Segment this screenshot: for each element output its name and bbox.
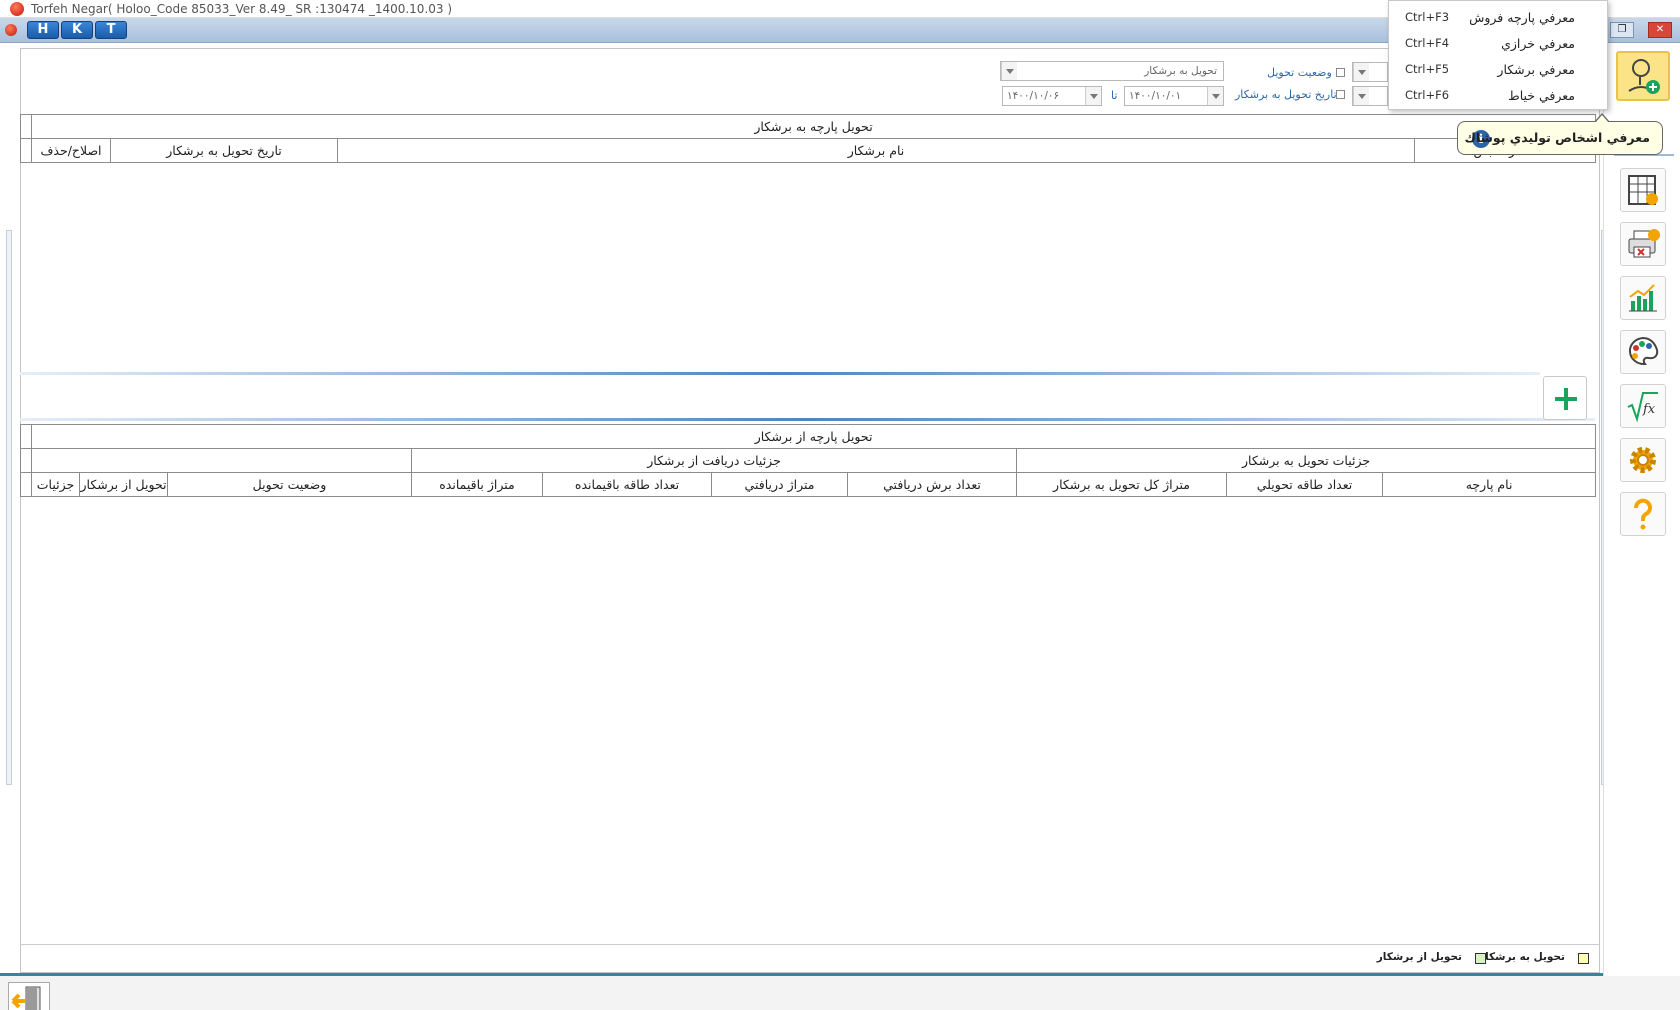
legend-to-cutter: تحويل به برشكار — [1479, 951, 1565, 963]
k-button[interactable]: K — [61, 21, 93, 39]
main-panel — [20, 48, 1600, 973]
production-persons-button[interactable] — [1616, 51, 1670, 101]
app-logo-icon — [10, 2, 24, 16]
help-icon — [1634, 498, 1652, 530]
date-to-picker[interactable]: ۱۴۰۰/۱۰/۰۶ — [1002, 86, 1102, 106]
col-edit-delete[interactable]: اصلاح/حذف — [31, 138, 111, 163]
col-received-cuts[interactable]: تعداد برش دريافتي — [847, 472, 1017, 497]
restore-button[interactable]: ❐ — [1610, 22, 1634, 38]
group-receive-details: جزئيات دريافت از برشكار — [411, 448, 1017, 473]
delivery-status-label: وضعيت تحويل — [1267, 66, 1332, 79]
legend-bar: تحويل به برشكار تحويل از برشكار — [20, 944, 1600, 972]
grid-caption: تحويل پارچه به برشكار — [30, 114, 1597, 139]
theme-button[interactable] — [1620, 330, 1666, 374]
delivery-date-combo[interactable] — [1352, 86, 1388, 106]
col-received-meterage[interactable]: متراژ دريافتي — [711, 472, 848, 497]
col-cutter-name[interactable]: نام برشكار — [337, 138, 1415, 163]
palette-icon — [1628, 336, 1659, 366]
divider — [20, 372, 1540, 375]
right-toolbar: fx — [1603, 44, 1680, 976]
col-delivered-rolls[interactable]: تعداد طاقه تحويلي — [1226, 472, 1383, 497]
menu-item-cutter[interactable]: معرفي برشكار Ctrl+F5 — [1389, 57, 1609, 83]
add-button[interactable] — [1543, 376, 1587, 420]
col-remaining-meterage[interactable]: متراژ باقيمانده — [411, 472, 543, 497]
bar-chart-icon — [1629, 284, 1657, 312]
delivery-date-checkbox[interactable] — [1336, 90, 1345, 99]
gear-icon — [1630, 447, 1656, 473]
exit-button[interactable] — [8, 982, 50, 1010]
col-details[interactable]: جزئيات — [31, 472, 80, 497]
col-fabric-name[interactable]: نام پارچه — [1381, 472, 1597, 497]
svg-text:fx: fx — [1642, 402, 1656, 417]
to-label: تا — [1111, 89, 1118, 102]
legend-to-cutter-swatch — [1578, 953, 1589, 964]
chevron-down-icon[interactable] — [1207, 87, 1223, 105]
chevron-down-icon[interactable] — [1353, 87, 1369, 105]
persons-dropdown-menu: معرفي پارچه فروش Ctrl+F3 معرفي خرازي Ctr… — [1388, 0, 1608, 110]
menu-item-haberdashery[interactable]: معرفي خرازي Ctrl+F4 — [1389, 31, 1609, 57]
chevron-down-icon[interactable] — [1085, 87, 1101, 105]
grid-caption: تحويل پارچه از برشكار — [30, 424, 1597, 449]
report-chart-button[interactable] — [1620, 276, 1666, 320]
window-title: Torfeh Negar( Holoo_Code 85033_Ver 8.49_… — [31, 2, 453, 16]
t-button[interactable]: T — [95, 21, 127, 39]
close-button[interactable]: ✕ — [1648, 22, 1672, 38]
formula-icon: fx — [1627, 392, 1658, 423]
legend-from-cutter: تحويل از برشكار — [1376, 951, 1462, 963]
cutter-receive-grid: تحويل پارچه از برشكار جزئيات دريافت از ب… — [20, 424, 1597, 497]
chevron-down-icon[interactable] — [1353, 63, 1369, 81]
app-window: Torfeh Negar( Holoo_Code 85033_Ver 8.49_… — [0, 0, 1680, 1010]
print-cancel-button[interactable] — [1620, 222, 1666, 266]
col-total-delivered-meterage[interactable]: متراژ كل تحويل به برشكار — [1016, 472, 1227, 497]
printer-cancel-icon — [1628, 229, 1660, 258]
date-from-picker[interactable]: ۱۴۰۰/۱۰/۰۱ — [1124, 86, 1224, 106]
tooltip: i معرفي اشخاص توليدي پوشاك — [1457, 113, 1663, 155]
h-button[interactable]: H — [27, 21, 59, 39]
menu-item-tailor[interactable]: معرفي خياط Ctrl+F6 — [1389, 83, 1609, 109]
settings-button[interactable] — [1620, 438, 1666, 482]
left-splitter[interactable] — [6, 230, 12, 785]
col-delivery-date[interactable]: تاريخ تحويل به برشكار — [110, 138, 338, 163]
table-edit-icon — [1628, 175, 1658, 205]
tooltip-text: معرفي اشخاص توليدي پوشاك — [1464, 130, 1650, 145]
delivery-status-checkbox[interactable] — [1336, 68, 1345, 77]
delivery-date-label: تاريخ تحويل به برشكار — [1235, 88, 1337, 101]
cutter-delivery-grid: تحويل پارچه به برشكار اصلاح/حذف تاريخ تح… — [20, 114, 1597, 163]
delivery-status-combo[interactable] — [1352, 62, 1388, 82]
formula-button[interactable]: fx — [1620, 384, 1666, 428]
chevron-down-icon[interactable] — [1001, 62, 1017, 80]
help-button[interactable] — [1620, 492, 1666, 536]
person-add-icon — [1628, 59, 1660, 94]
exit-icon — [11, 986, 41, 1010]
col-delivery-status[interactable]: وضعيت تحويل — [167, 472, 412, 497]
table-edit-button[interactable] — [1620, 168, 1666, 212]
divider — [20, 418, 1595, 421]
col-from-cutter[interactable]: تحويل از برشكار — [79, 472, 168, 497]
group-delivery-details: جزئيات تحويل به برشكار — [1015, 448, 1597, 473]
legend-from-cutter-swatch — [1475, 953, 1486, 964]
menu-item-fabric-seller[interactable]: معرفي پارچه فروش Ctrl+F3 — [1389, 5, 1609, 31]
app-menu-icon[interactable] — [5, 24, 17, 36]
bottom-bar — [0, 973, 1680, 1010]
col-remaining-rolls[interactable]: تعداد طاقه باقيمانده — [542, 472, 712, 497]
delivery-type-combo[interactable]: تحويل به برشكار — [1000, 61, 1224, 81]
